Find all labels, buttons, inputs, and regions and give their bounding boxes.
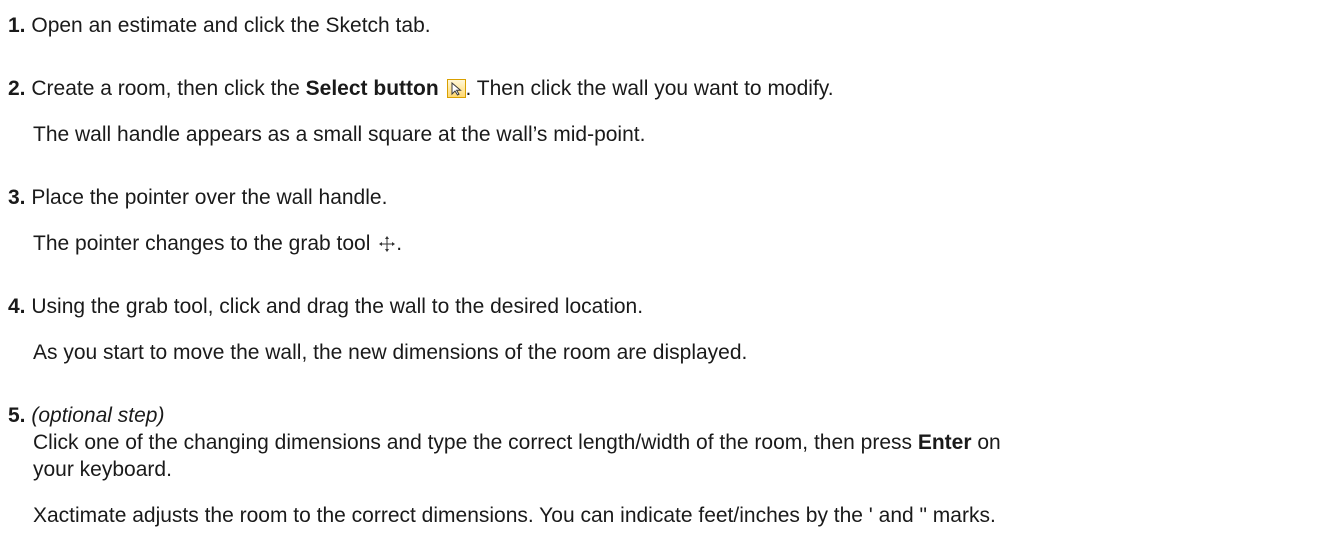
step-3: 3. Place the pointer over the wall handl…: [8, 185, 387, 211]
step-5: 5. (optional step): [8, 403, 164, 429]
step-text-after: on: [971, 431, 1001, 454]
select-button-label: Select button: [305, 77, 439, 100]
step-text: Place the pointer over the wall handle.: [31, 186, 388, 209]
enter-key-label: Enter: [917, 431, 972, 454]
step-text: Create a room, then click the: [31, 77, 306, 100]
step-4-note: As you start to move the wall, the new d…: [33, 341, 748, 364]
step-2: 2. Create a room, then click the Select …: [8, 76, 834, 102]
optional-label: (optional step): [31, 404, 165, 427]
step-5-note: Xactimate adjusts the room to the correc…: [33, 504, 996, 527]
step-4: 4. Using the grab tool, click and drag t…: [8, 294, 643, 320]
step-5-text: Click one of the changing dimensions and…: [33, 430, 1001, 456]
step-number: 5.: [8, 404, 26, 427]
step-1: 1. Open an estimate and click the Sketch…: [8, 13, 431, 39]
step-text-after: . Then click the wall you want to modify…: [465, 77, 834, 100]
step-text: Using the grab tool, click and drag the …: [31, 295, 644, 318]
step-text: Click one of the changing dimensions and…: [33, 431, 918, 454]
step-number: 4.: [8, 295, 26, 318]
grab-tool-icon: [379, 236, 396, 252]
step-text: Open an estimate and click the Sketch ta…: [31, 14, 431, 37]
step-2-note: The wall handle appears as a small squar…: [33, 123, 646, 146]
step-number: 2.: [8, 77, 26, 100]
step-5-text-line2: your keyboard.: [33, 458, 172, 481]
note-text-after: .: [396, 232, 403, 255]
step-number: 3.: [8, 186, 26, 209]
step-3-note: The pointer changes to the grab tool .: [33, 231, 402, 257]
note-text: The pointer changes to the grab tool: [33, 232, 377, 255]
step-number: 1.: [8, 14, 26, 37]
select-arrow-icon: [446, 79, 466, 98]
